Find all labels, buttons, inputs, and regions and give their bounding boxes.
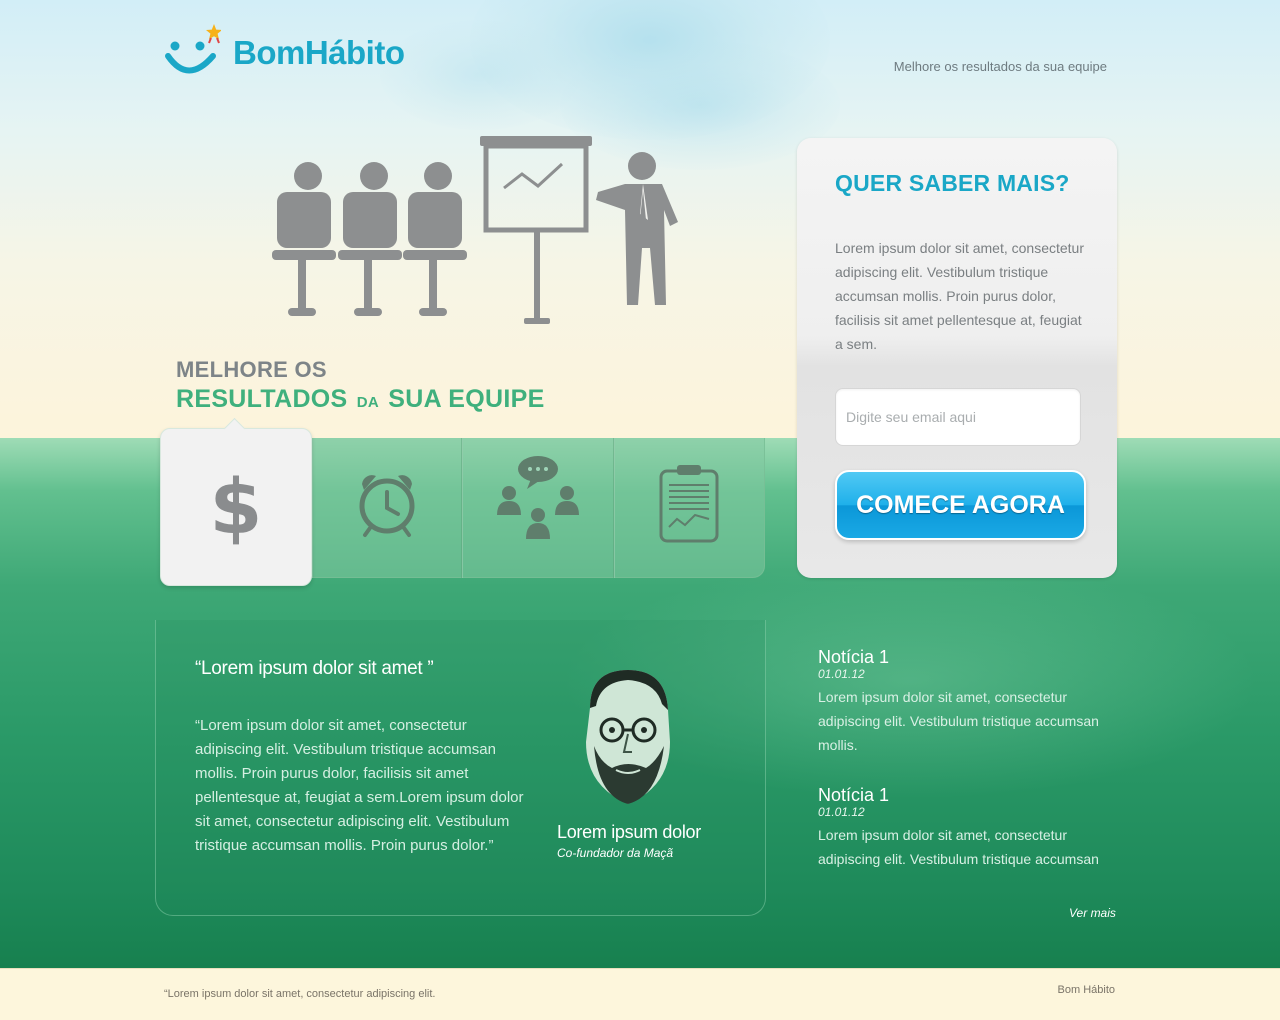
meeting-presentation-illustration (270, 130, 690, 330)
signup-description: Lorem ipsum dolor sit amet, consectetur … (835, 240, 1084, 352)
hero-line2-small: DA (356, 394, 380, 411)
testimonial-body: “Lorem ipsum dolor sit amet, consectetur… (195, 717, 524, 854)
dollar-icon: $ (210, 465, 263, 545)
news-body: Lorem ipsum dolor sit amet, consectetur … (818, 827, 1099, 867)
footer-brand: Bom Hábito (1057, 984, 1115, 996)
hero-line2: RESULTADOS DA SUA EQUIPE (176, 385, 545, 414)
smiley-logo-icon (163, 23, 222, 79)
news-date: 01.01.12 (818, 667, 865, 681)
alarm-clock-icon (359, 475, 415, 537)
see-more-link[interactable]: Ver mais (1069, 906, 1116, 920)
brand-name: BomHábito (233, 34, 405, 71)
founder-portrait (576, 664, 680, 812)
news-title[interactable]: Notícia 1 (818, 785, 1118, 806)
hero-line1: MELHORE OS (176, 357, 327, 382)
svg-text:$: $ (210, 465, 263, 545)
news-item[interactable]: Notícia 1 01.01.12 Lorem ipsum dolor sit… (818, 647, 1118, 757)
signup-card: QUER SABER MAIS? Lorem ipsum dolor sit a… (797, 138, 1117, 578)
signup-title: QUER SABER MAIS? (835, 170, 1070, 196)
header-tagline: Melhore os resultados da sua equipe (893, 59, 1107, 74)
team-chat-icon (497, 456, 579, 539)
hero-line2-part-b: SUA EQUIPE (388, 385, 545, 413)
hero-line2-part-a: RESULTADOS (176, 385, 348, 413)
news-body: Lorem ipsum dolor sit amet, consectetur … (818, 689, 1099, 753)
hero-headline: MELHORE OS RESULTADOS DA SUA EQUIPE (176, 357, 545, 414)
brand-logo[interactable]: BomHábito (163, 22, 405, 80)
footer-quote: “Lorem ipsum dolor sit amet, consectetur… (164, 988, 436, 1000)
testimonial-person-role: Co-fundador da Maçã (557, 846, 674, 860)
testimonial-title: “Lorem ipsum dolor sit amet ” (195, 658, 434, 679)
email-input[interactable] (835, 388, 1081, 446)
tab-finance-icon-wrap[interactable]: $ (160, 460, 312, 550)
clipboard-chart-icon (659, 465, 719, 543)
tab-team[interactable] (462, 452, 614, 544)
news-date: 01.01.12 (818, 805, 865, 819)
start-now-button[interactable]: COMECE AGORA (835, 470, 1086, 540)
footer: “Lorem ipsum dolor sit amet, consectetur… (0, 968, 1280, 1020)
tab-time[interactable] (312, 458, 462, 548)
news-title[interactable]: Notícia 1 (818, 647, 1118, 668)
tab-reports[interactable] (614, 458, 764, 548)
news-item[interactable]: Notícia 1 01.01.12 Lorem ipsum dolor sit… (818, 785, 1118, 871)
testimonial-person-name: Lorem ipsum dolor (557, 822, 701, 842)
